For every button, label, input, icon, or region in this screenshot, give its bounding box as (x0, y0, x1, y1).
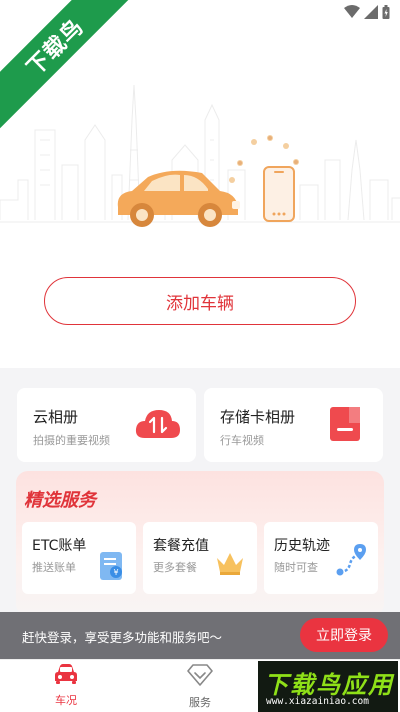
plan-recharge-subtitle: 更多套餐 (153, 561, 197, 574)
login-prompt-text: 赶快登录，享受更多功能和服务吧～ (22, 630, 223, 645)
featured-services-title: 精选服务 (24, 490, 96, 511)
phone-illustration (263, 166, 295, 222)
car-icon (55, 664, 77, 684)
corner-watermark-text: 下载鸟 (22, 14, 90, 82)
featured-services-panel: 精选服务 ETC账单 推送账单 ¥ 套餐充值 更多套餐 历史轨迹 随时可查 (16, 471, 384, 616)
watermark-brand: 下载鸟应用 (264, 671, 394, 699)
crown-icon (217, 553, 243, 575)
watermark-url: www.xiazainiao.com (266, 696, 369, 707)
sd-card-album-title: 存储卡相册 (220, 408, 296, 426)
sd-card-album-card[interactable]: 存储卡相册 行车视频 (204, 388, 383, 462)
tab-services[interactable]: 服务 (160, 664, 240, 710)
history-track-title: 历史轨迹 (274, 538, 330, 554)
login-now-button[interactable]: 立即登录 (300, 618, 388, 652)
header-area: 下载鸟 添加车辆 (0, 0, 400, 368)
history-track-subtitle: 随时可查 (274, 561, 318, 574)
history-track-card[interactable]: 历史轨迹 随时可查 (264, 522, 378, 594)
status-bar (344, 5, 390, 19)
etc-bill-subtitle: 推送账单 (32, 561, 76, 574)
etc-bill-title: ETC账单 (32, 538, 87, 554)
sd-card-album-subtitle: 行车视频 (220, 434, 264, 447)
svg-text:¥: ¥ (113, 568, 118, 577)
cloud-album-title: 云相册 (33, 408, 79, 426)
car-illustration (117, 170, 240, 227)
add-vehicle-button[interactable]: 添加车辆 (44, 277, 356, 325)
cloud-album-subtitle: 拍摄的重要视频 (33, 434, 110, 447)
diamond-icon (187, 664, 213, 686)
tab-services-label: 服务 (189, 696, 211, 709)
etc-bill-card[interactable]: ETC账单 推送账单 ¥ (22, 522, 136, 594)
watermark-logo: 下载鸟应用 www.xiazainiao.com (258, 661, 398, 712)
signal-icon (364, 5, 378, 19)
login-prompt-bar: 赶快登录，享受更多功能和服务吧～ 立即登录 (0, 612, 400, 659)
wifi-icon (344, 5, 360, 18)
sd-card-icon (330, 407, 360, 441)
plan-recharge-title: 套餐充值 (153, 538, 209, 554)
cloud-album-card[interactable]: 云相册 拍摄的重要视频 (17, 388, 196, 462)
tab-vehicle-status-label: 车况 (55, 694, 77, 707)
route-icon (336, 544, 366, 576)
tab-vehicle-status[interactable]: 车况 (26, 664, 106, 708)
battery-icon (382, 5, 390, 19)
bill-icon: ¥ (100, 552, 122, 580)
plan-recharge-card[interactable]: 套餐充值 更多套餐 (143, 522, 257, 594)
cloud-sync-icon (135, 410, 180, 438)
